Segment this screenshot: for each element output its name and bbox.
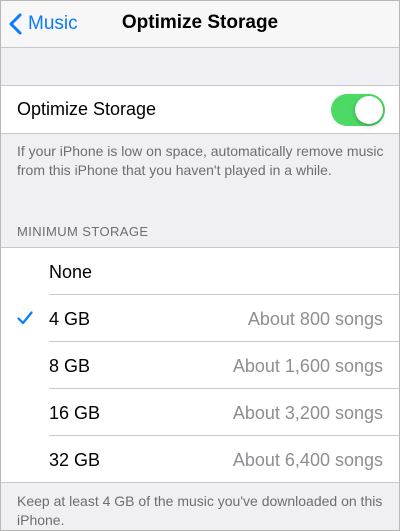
storage-option-16gb[interactable]: 16 GB About 3,200 songs: [1, 389, 399, 436]
optimize-storage-description: If your iPhone is low on space, automati…: [17, 143, 384, 178]
storage-option-label: None: [49, 262, 93, 282]
storage-option-label: 16 GB: [49, 403, 101, 423]
storage-option-label: 8 GB: [49, 356, 91, 376]
storage-option-detail: About 6,400 songs: [232, 450, 383, 470]
storage-option-detail: About 1,600 songs: [232, 356, 383, 376]
storage-option-label: 4 GB: [49, 309, 91, 329]
minimum-storage-description: Keep at least 4 GB of the music you've d…: [17, 493, 383, 528]
optimize-storage-switch[interactable]: [331, 94, 385, 126]
minimum-storage-list: None 4 GB About 800 songs 8 GB About 1,6…: [1, 247, 399, 483]
settings-screen: Music Optimize Storage Optimize Storage …: [0, 0, 400, 531]
storage-option-8gb[interactable]: 8 GB About 1,600 songs: [1, 342, 399, 389]
storage-option-detail: About 800 songs: [247, 309, 383, 329]
storage-option-label: 32 GB: [49, 450, 101, 470]
optimize-storage-row: Optimize Storage: [1, 85, 399, 134]
page-title: Optimize Storage: [121, 12, 279, 33]
storage-option-4gb[interactable]: 4 GB About 800 songs: [1, 295, 399, 342]
storage-option-32gb[interactable]: 32 GB About 6,400 songs: [1, 436, 399, 483]
optimize-storage-label: Optimize Storage: [17, 99, 157, 119]
minimum-storage-header: MINIMUM STORAGE: [17, 224, 149, 239]
switch-knob: [355, 96, 383, 124]
storage-option-detail: About 3,200 songs: [232, 403, 383, 423]
navigation-bar: Music Optimize Storage: [1, 1, 399, 48]
checkmark-icon: [17, 311, 33, 330]
storage-option-none[interactable]: None: [1, 248, 399, 295]
